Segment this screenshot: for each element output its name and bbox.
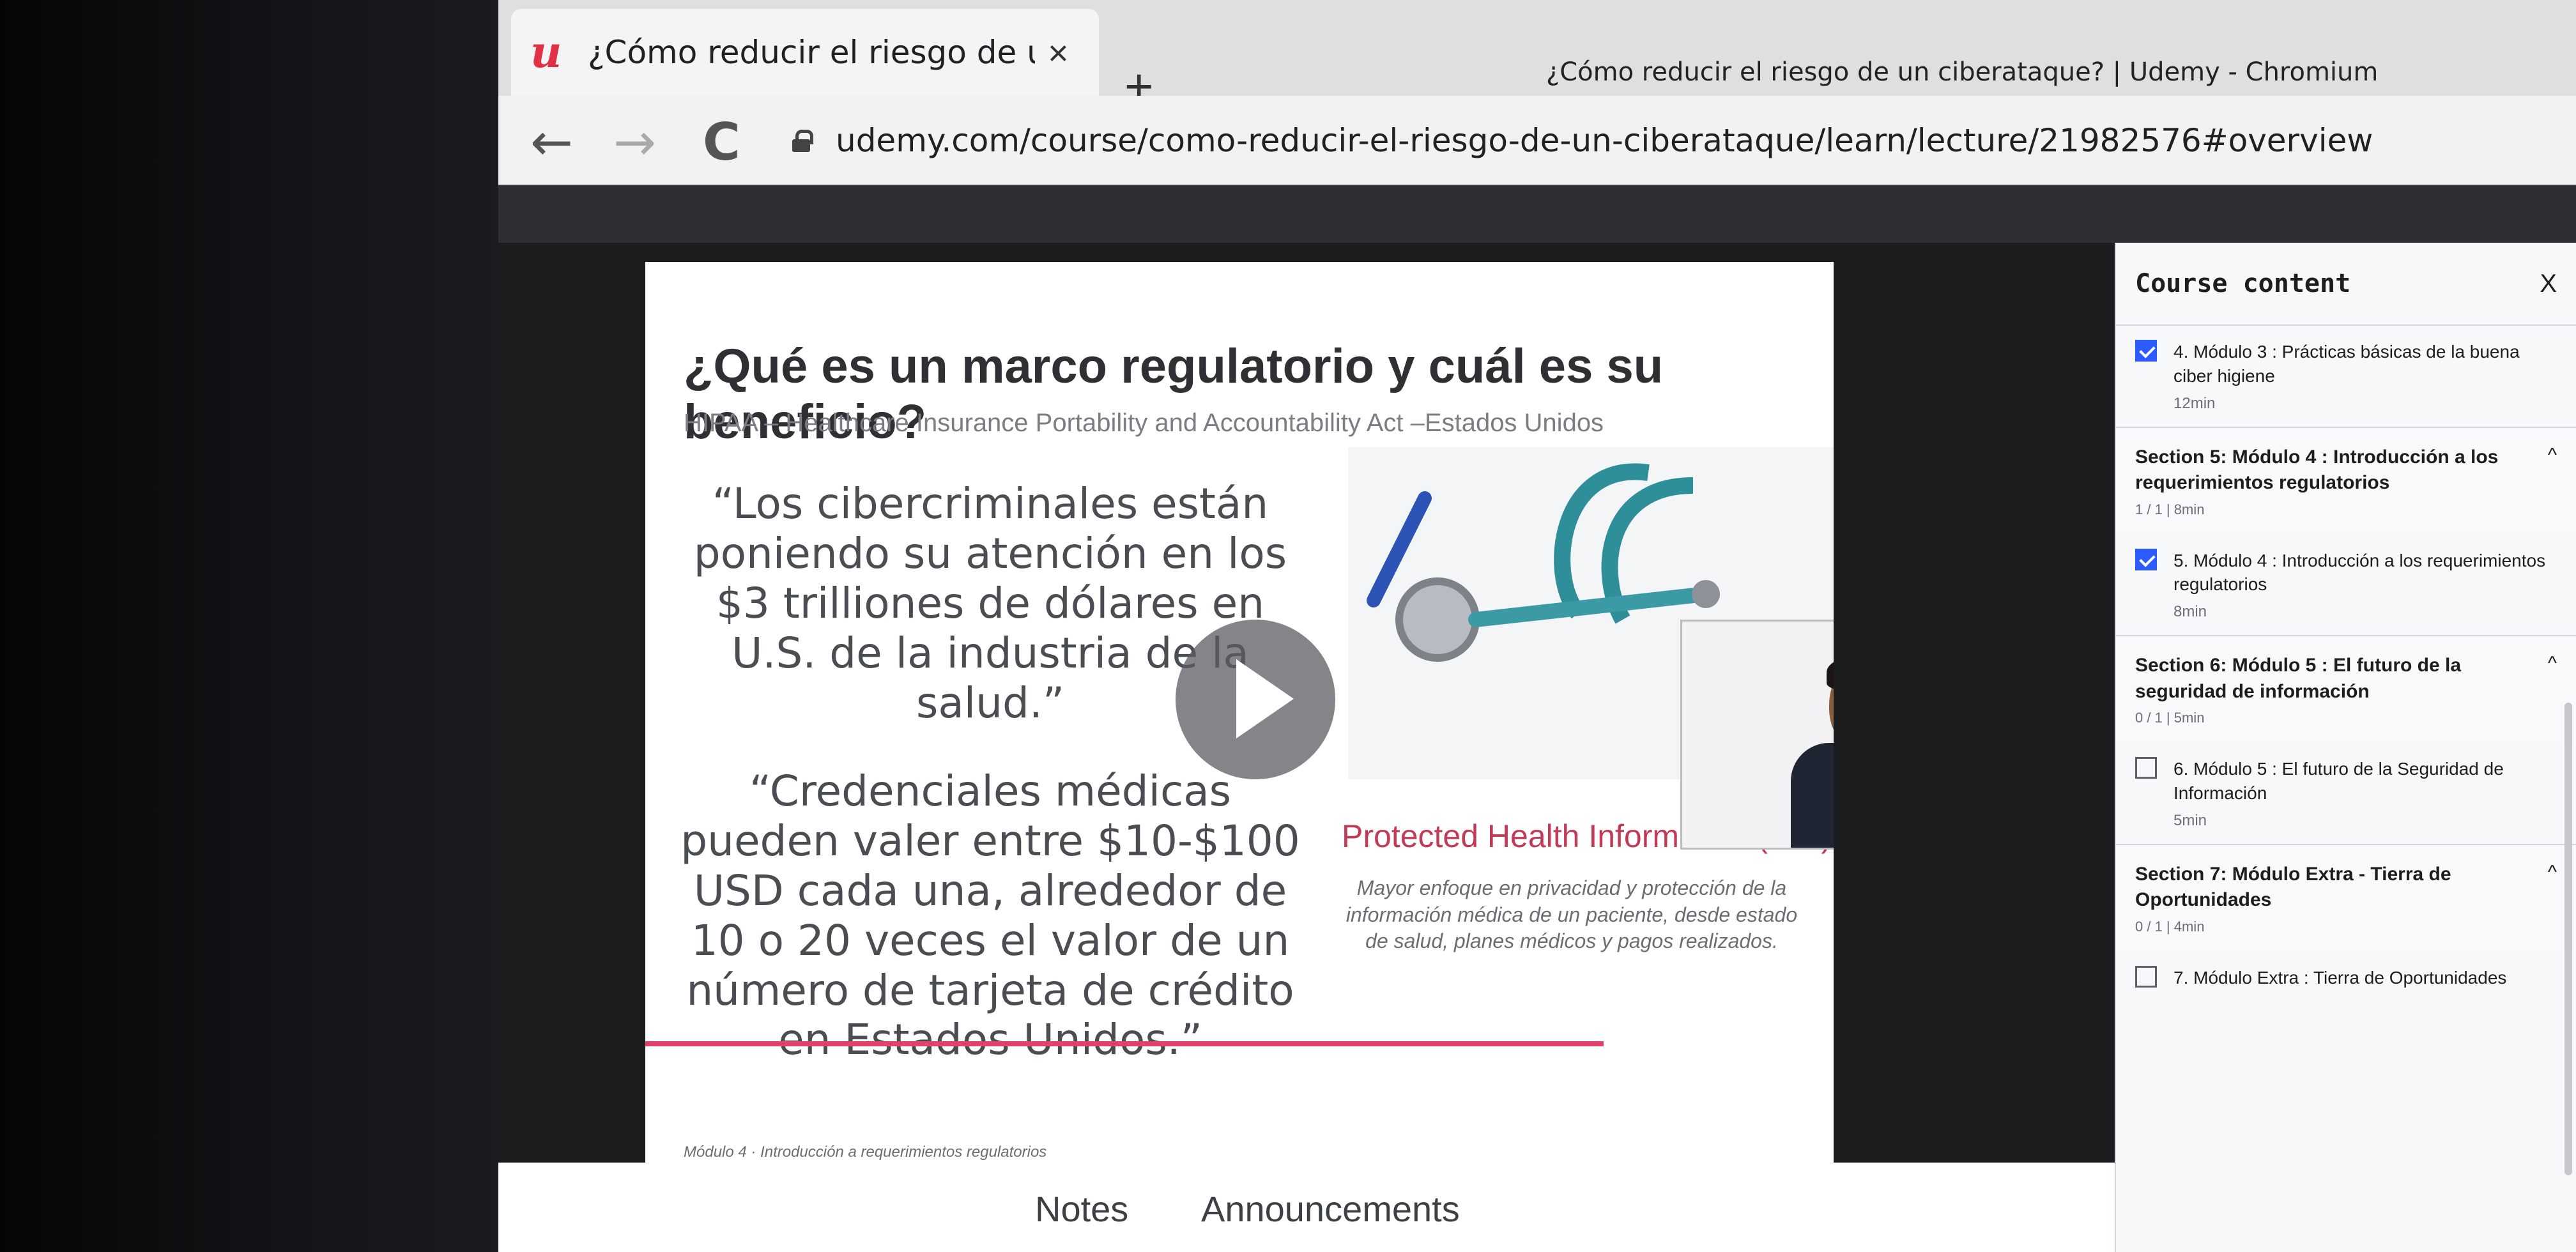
section-header[interactable]: Section 5: Módulo 4 : Introducción a los… xyxy=(2116,426,2576,535)
lecture-title: 6. Módulo 5 : El futuro de la Seguridad … xyxy=(2174,759,2504,803)
phi-description: Mayor enfoque en privacidad y protección… xyxy=(1346,876,1798,953)
incomplete-checkbox[interactable] xyxy=(2135,965,2157,988)
sidebar-scrollbar[interactable] xyxy=(2564,703,2572,1175)
udemy-header-bar xyxy=(498,185,2576,243)
sidebar-title: Course content xyxy=(2135,269,2351,298)
lecture-duration: 5min xyxy=(2174,811,2207,829)
chevron-up-icon[interactable]: ^ xyxy=(2548,862,2557,935)
close-sidebar-icon[interactable]: X xyxy=(2540,270,2557,298)
lecture-item[interactable]: 7. Módulo Extra : Tierra de Oportunidade… xyxy=(2116,952,2576,1004)
section-header[interactable]: Section 7: Módulo Extra - Tierra de Opor… xyxy=(2116,843,2576,952)
sidebar-header: Course content X xyxy=(2116,243,2576,326)
slide-subtitle: HIPAA – Healthcare Insurance Portability… xyxy=(684,409,1604,437)
lecture-item[interactable]: 4. Módulo 3 : Prácticas básicas de la bu… xyxy=(2116,326,2576,427)
instructor-body xyxy=(1791,743,1834,848)
instructor-webcam xyxy=(1680,620,1834,850)
forward-arrow-icon[interactable]: → xyxy=(613,112,656,172)
course-content-sidebar: Course content X 4. Módulo 3 : Prácticas… xyxy=(2115,243,2576,1252)
lecture-title: 4. Módulo 3 : Prácticas básicas de la bu… xyxy=(2174,342,2520,386)
tab-strip: u ¿Cómo reducir el riesgo de un × + ¿Cóm… xyxy=(498,0,2576,114)
back-arrow-icon[interactable]: ← xyxy=(530,112,573,172)
lecture-title: 5. Módulo 4 : Introducción a los requeri… xyxy=(2174,550,2546,595)
tab-title: ¿Cómo reducir el riesgo de un xyxy=(588,34,1035,71)
incomplete-checkbox[interactable] xyxy=(2135,757,2157,779)
slide-footer: Módulo 4 · Introducción a requerimientos… xyxy=(684,1143,1047,1161)
url-text: udemy.com/course/como-reducir-el-riesgo-… xyxy=(836,122,2373,159)
reload-icon[interactable]: C xyxy=(703,112,740,172)
section-progress: 0 / 1 | 5min xyxy=(2135,710,2205,726)
completed-checkbox[interactable] xyxy=(2135,340,2157,362)
lecture-slide: ¿Qué es un marco regulatorio y cuál es s… xyxy=(645,262,1834,1195)
video-player[interactable]: ¿Qué es un marco regulatorio y cuál es s… xyxy=(498,243,2115,1252)
slide-accent-line xyxy=(645,1041,1604,1046)
section-progress: 0 / 1 | 4min xyxy=(2135,918,2205,935)
browser-window: u ¿Cómo reducir el riesgo de un × + ¿Cóm… xyxy=(498,0,2576,1252)
chevron-up-icon[interactable]: ^ xyxy=(2548,653,2557,726)
section-title: Section 6: Módulo 5 : El futuro de la se… xyxy=(2135,655,2462,702)
tab-notes[interactable]: Notes xyxy=(1035,1188,1128,1230)
completed-checkbox[interactable] xyxy=(2135,548,2157,570)
lock-icon xyxy=(792,130,813,152)
browser-toolbar: ← → C udemy.com/course/como-reducir-el-r… xyxy=(498,96,2576,185)
lecture-duration: 8min xyxy=(2174,603,2207,621)
tab-announcements[interactable]: Announcements xyxy=(1201,1188,1460,1230)
close-tab-icon[interactable]: × xyxy=(1048,32,1069,73)
lecture-duration: 12min xyxy=(2174,394,2216,412)
play-button[interactable] xyxy=(1176,620,1335,779)
monitor-bezel-left xyxy=(0,0,511,1252)
section-header[interactable]: Section 6: Módulo 5 : El futuro de la se… xyxy=(2116,635,2576,744)
chevron-up-icon[interactable]: ^ xyxy=(2548,445,2557,518)
section-progress: 1 / 1 | 8min xyxy=(2135,501,2205,517)
udemy-favicon-icon: u xyxy=(530,27,562,78)
browser-tab[interactable]: u ¿Cómo reducir el riesgo de un × xyxy=(511,9,1099,96)
address-bar[interactable]: udemy.com/course/como-reducir-el-riesgo-… xyxy=(792,107,2556,174)
section-title: Section 5: Módulo 4 : Introducción a los… xyxy=(2135,446,2499,494)
lecture-item[interactable]: 6. Módulo 5 : El futuro de la Seguridad … xyxy=(2116,743,2576,844)
lecture-item[interactable]: 5. Módulo 4 : Introducción a los requeri… xyxy=(2116,535,2576,636)
window-title: ¿Cómo reducir el riesgo de un ciberataqu… xyxy=(1546,57,2379,87)
lecture-tabs: Notes Announcements xyxy=(498,1163,2115,1252)
slide-quote-2: “Credenciales médicas pueden valer entre… xyxy=(680,767,1300,1065)
lecture-title: 7. Módulo Extra : Tierra de Oportunidade… xyxy=(2174,967,2507,988)
instructor-hair xyxy=(1827,655,1834,690)
section-title: Section 7: Módulo Extra - Tierra de Opor… xyxy=(2135,863,2451,911)
